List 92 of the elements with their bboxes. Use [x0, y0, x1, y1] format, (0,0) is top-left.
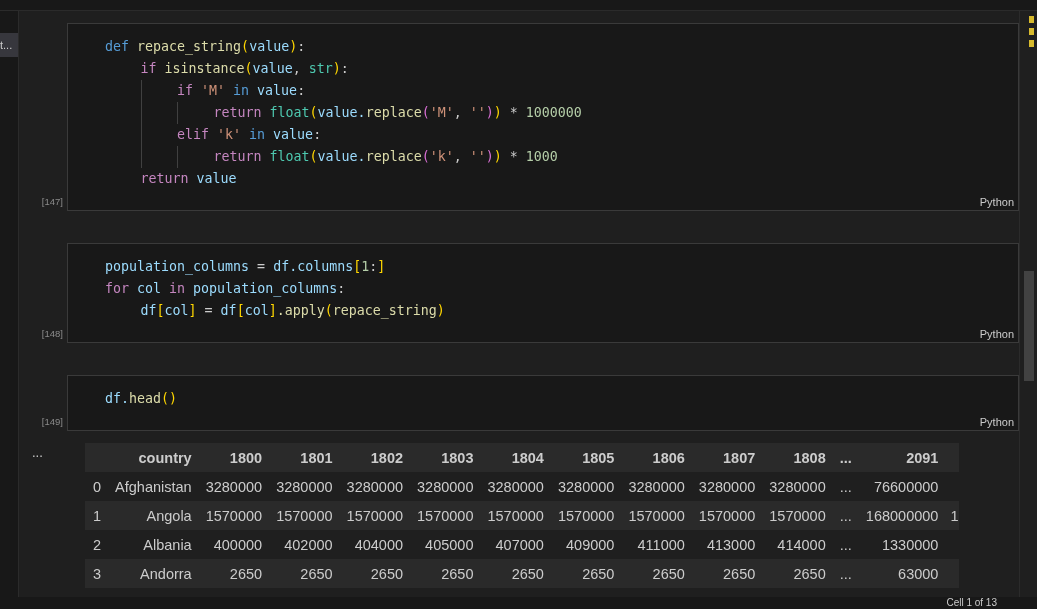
status-text[interactable]: Cell 1 of 13	[946, 597, 997, 609]
table-cell: 168000000	[865, 507, 939, 524]
table-cell: 1570000	[769, 507, 826, 524]
table-cell: 3280000	[628, 478, 685, 495]
table-cell: 2650	[511, 565, 544, 582]
scroll-marker	[1029, 40, 1034, 47]
code-cell[interactable]: df.head() Python	[67, 375, 1019, 431]
table-cell: 2650	[793, 565, 826, 582]
column-header: country	[138, 449, 192, 466]
code-line: return float(value.replace('k', '')) * 1000	[213, 148, 558, 166]
output-menu[interactable]: ...	[32, 445, 43, 460]
table-cell: 1570000	[557, 507, 615, 524]
table-cell: Albania	[143, 536, 192, 553]
table-cell: ...	[839, 507, 852, 524]
scroll-marker	[1029, 28, 1034, 35]
table-cell: 2650	[652, 565, 685, 582]
table-cell: 2650	[229, 565, 263, 582]
table-cell: ...	[839, 565, 852, 582]
language-label[interactable]: Python	[979, 190, 1018, 208]
code-line: elif 'k' in value:	[177, 126, 322, 144]
table-cell: 402000	[284, 536, 333, 553]
table-cell: 3280000	[769, 478, 826, 495]
language-label[interactable]: Python	[979, 322, 1018, 340]
code-line: return float(value.replace('M', '')) * 1000000	[213, 104, 582, 122]
table-cell: 2	[93, 536, 102, 553]
table-cell: 1570000	[698, 507, 756, 524]
code-line: if 'M' in value:	[177, 82, 306, 100]
table-cell: 1570000	[628, 507, 685, 524]
table-cell: 3280000	[487, 478, 544, 495]
code-line: def repace_string(value):	[105, 38, 306, 57]
code-cell[interactable]: population_columns = df.columns[1:] for col in population_columns: df[col] = df[col].apply(repace_string) Python	[67, 243, 1019, 343]
table-cell: 400000	[213, 536, 263, 553]
table-cell: 405000	[425, 536, 474, 553]
table-cell: 1570000	[205, 507, 263, 524]
code-line: df.head()	[105, 390, 178, 408]
table-cell: 2650	[300, 565, 333, 582]
table-cell: 1570000	[487, 507, 544, 524]
table-cell: 413000	[706, 536, 756, 553]
table-cell: 63000	[898, 565, 939, 582]
scrollbar-thumb[interactable]	[1024, 271, 1034, 381]
sidebar-item[interactable]: t...	[0, 33, 18, 57]
table-cell: 3280000	[417, 478, 474, 495]
table-cell: 2650	[582, 565, 615, 582]
column-header: 1803	[441, 449, 474, 466]
column-header: 1807	[723, 449, 756, 466]
table-cell: 2650	[370, 565, 404, 582]
column-header: 2091	[906, 449, 939, 466]
table-cell: 1570000	[346, 507, 404, 524]
table-cell: 409000	[566, 536, 615, 553]
column-header: 1806	[652, 449, 685, 466]
code-line: return value	[140, 170, 237, 188]
execution-count: [148]	[41, 328, 63, 339]
column-header: 1808	[793, 449, 826, 466]
table-cell: 1	[950, 507, 959, 524]
language-label[interactable]: Python	[979, 410, 1018, 428]
table-cell: 3280000	[346, 478, 404, 495]
table-cell: ...	[839, 478, 852, 495]
code-cell[interactable]: def repace_string(value): if isinstance(value, str): if 'M' in value: return float(value.replace('M', '')) * 1000000 elif 'k' in value: return float(value.replace('k', '')) * 1000 return value Python	[67, 23, 1019, 211]
table-cell: 1570000	[417, 507, 474, 524]
execution-count: [149]	[41, 416, 63, 427]
table-cell: ...	[839, 536, 852, 553]
column-header: 1805	[582, 449, 615, 466]
table-cell: 2650	[441, 565, 474, 582]
table-cell: 3	[93, 565, 102, 582]
table-cell: 407000	[495, 536, 544, 553]
table-cell: 3280000	[276, 478, 333, 495]
table-cell: 3280000	[205, 478, 263, 495]
table-cell: 414000	[777, 536, 826, 553]
column-header: 1801	[300, 449, 333, 466]
code-line: df[col] = df[col].apply(repace_string)	[140, 302, 445, 321]
table-cell: 1570000	[276, 507, 333, 524]
column-header: ...	[839, 449, 852, 466]
table-cell: 2650	[723, 565, 756, 582]
table-cell: 404000	[354, 536, 404, 553]
table-cell: 1	[93, 507, 102, 524]
column-header: 1802	[370, 449, 404, 466]
table-cell: Angola	[146, 507, 192, 524]
table-cell: 76600000	[873, 478, 939, 495]
column-header: 1804	[511, 449, 544, 466]
column-header: 1800	[229, 449, 263, 466]
execution-count: [147]	[41, 196, 63, 207]
code-line: if isinstance(value, str):	[140, 60, 349, 78]
scroll-marker	[1029, 16, 1034, 23]
table-cell: Afghanistan	[115, 478, 192, 495]
code-line: for col in population_columns:	[105, 280, 346, 299]
table-cell: 1330000	[881, 536, 939, 553]
table-cell: Andorra	[140, 565, 192, 582]
code-line: population_columns = df.columns[1:]	[105, 258, 386, 277]
table-cell: 3280000	[557, 478, 615, 495]
table-cell: 3280000	[698, 478, 756, 495]
table-cell: 0	[93, 478, 102, 495]
table-cell: 411000	[637, 536, 685, 553]
